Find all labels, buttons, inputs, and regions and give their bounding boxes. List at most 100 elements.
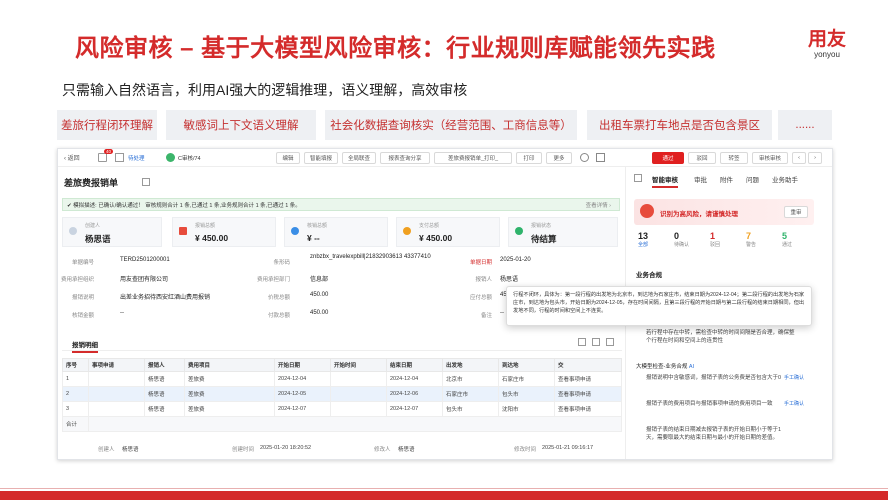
toolbar: ‹ 返回 40 待处理 C审核/74 编辑 智能填报 全局联查 报表查询分享 差… <box>58 149 832 167</box>
tab-approval[interactable]: 审批 <box>694 174 707 184</box>
copy-icon[interactable] <box>142 178 150 186</box>
col-expense-item: 费用项目 <box>184 358 275 372</box>
slide: 风险审核 – 基于大模型风险审核：行业规则库赋能领先实践 用友 yonyou 只… <box>0 0 888 500</box>
more-button[interactable]: 更多 <box>546 152 572 164</box>
tab-issue[interactable]: 问题 <box>746 174 759 184</box>
doc-title: 差旅费报销单 <box>64 178 119 188</box>
col-end-date: 结束日期 <box>386 358 443 372</box>
dept-value: 信息部 <box>310 277 329 283</box>
rule-item-date-diff: 报销子表的结束日期减去报销子表的开始日期小于等于1天，需要取最大的结束日期与最小… <box>646 427 782 441</box>
prev-icon[interactable]: ‹ <box>792 152 806 164</box>
ai-icon: AI <box>688 364 695 370</box>
barcode-value: znbzbx_travelexpbill|21832903613 4337741… <box>310 254 431 260</box>
app-window: ‹ 返回 40 待处理 C审核/74 编辑 智能填报 全局联查 报表查询分享 差… <box>57 148 833 460</box>
reporter-label: 报销人 <box>475 277 492 283</box>
status-tag: C审核/74 <box>178 156 201 162</box>
detail-table: 序号 事项申请 报销人 费用项目 开始日期 开始时间 结束日期 出发地 到达地 … <box>62 358 622 432</box>
audit-stats: 13 全部 0 待确认 1 驳回 7 警告 5 通过 <box>634 231 814 257</box>
stat-warning[interactable]: 7 警告 <box>742 231 778 257</box>
card-verify-total: 核销总额 ¥ -- <box>284 217 388 247</box>
section-compliance: 业务合规 <box>636 272 662 279</box>
global-query-button[interactable]: 全局联查 <box>342 152 376 164</box>
table-row[interactable]: 3 杨思语 差旅费 2024-12-07 2024-12-07 包头市 沈阳市 … <box>62 401 622 417</box>
grid-icon[interactable] <box>98 153 107 162</box>
risk-alert: 识别为高风险，请谨慎处理 重审 <box>634 199 814 225</box>
table-view-icon[interactable] <box>578 338 586 346</box>
reject-button[interactable]: 驳回 <box>688 152 716 164</box>
table-row[interactable]: 1 杨思语 差旅费 2024-12-04 2024-12-04 北京市 石家庄市… <box>62 371 622 387</box>
rule-item-transfer: 若行程中存在中转，需检查中转的时间间隔是否合理，确保整个行程在时间和空间上的连贯… <box>646 330 795 344</box>
bill-date-label: 单据日期 <box>469 260 492 266</box>
pending-label[interactable]: 待处理 <box>128 154 145 162</box>
sign-button[interactable]: 审核审核 <box>752 152 788 164</box>
view-request-link[interactable]: 查看事项申请 <box>554 371 622 387</box>
tab-attachment[interactable]: 附件 <box>720 174 733 184</box>
price-label: 价税总额 <box>267 295 290 301</box>
card-status: 报销状态 待结算 <box>508 217 618 247</box>
rule-item-consistent: 报销子表的费用项目与报销事项申请的费用项目一致 <box>646 401 773 407</box>
coin-icon <box>291 227 299 235</box>
list-view-icon[interactable] <box>592 338 600 346</box>
risk-alert-text: 识别为高风险，请谨慎处理 <box>660 211 738 218</box>
barcode-label: 条形码 <box>273 260 290 266</box>
bill-no-value: TERD2501200001 <box>120 257 170 263</box>
stat-all[interactable]: 13 全部 <box>634 231 670 257</box>
re-audit-button[interactable]: 重审 <box>784 206 808 218</box>
print-template-select[interactable]: 差旅费报销单_打印_ <box>434 152 512 164</box>
edit-button[interactable]: 编辑 <box>276 152 300 164</box>
check-circle-icon <box>166 153 175 162</box>
yonyou-logo: 用友 yonyou <box>808 30 846 60</box>
remark-value: -- <box>500 310 504 316</box>
manual-confirm-button[interactable]: 手工确认 <box>784 400 804 407</box>
view-request-link[interactable]: 查看事项申请 <box>554 386 622 402</box>
tag-more: ...... <box>778 110 832 140</box>
pay-label: 应付总额 <box>469 295 492 301</box>
verify-label: 核销金额 <box>71 313 94 319</box>
org-label: 费用承担组织 <box>60 277 94 283</box>
bill-date-value: 2025-01-20 <box>500 257 531 263</box>
tab-assistant[interactable]: 业务助手 <box>772 174 798 184</box>
avatar <box>69 227 77 235</box>
col-transport: 交 <box>554 358 622 372</box>
verify-value: -- <box>120 310 124 316</box>
card-pay-total: 支付总额 ¥ 450.00 <box>396 217 500 247</box>
reason-label: 报销说明 <box>71 295 94 301</box>
money-icon <box>179 227 187 235</box>
tag-trip-loop: 差旅行程闭环理解 <box>57 110 157 140</box>
table-total-row: 合计 <box>62 416 622 432</box>
forward-button[interactable]: 转签 <box>720 152 748 164</box>
view-detail-link[interactable]: 查看详情 › <box>586 201 611 209</box>
detail-tab-bar: 报销明细 <box>62 335 622 353</box>
tag-social-data: 社会化数据查询核实（经营范围、工商信息等） <box>325 110 577 140</box>
list-icon[interactable] <box>115 153 124 162</box>
rule-item-sensitive: 报销说明中含敏感词，报销子表的公务费是否包含大于0 <box>646 375 782 381</box>
logo-en: yonyou <box>814 50 840 59</box>
expand-icon[interactable] <box>606 338 614 346</box>
tab-detail[interactable]: 报销明细 <box>72 339 98 353</box>
stat-pass[interactable]: 5 通过 <box>778 231 814 257</box>
notification-badge: 40 <box>104 149 114 154</box>
next-icon[interactable]: › <box>808 152 822 164</box>
pass-button[interactable]: 通过 <box>652 152 684 164</box>
col-index: 序号 <box>62 358 89 372</box>
table-row[interactable]: 2 杨思语 差旅费 2024-12-05 2024-12-06 石家庄市 包头市… <box>62 386 622 402</box>
tab-smart-audit[interactable]: 智能审核 <box>652 174 678 188</box>
slide-title: 风险审核 – 基于大模型风险审核：行业规则库赋能领先实践 <box>75 35 716 62</box>
col-to: 到达地 <box>498 358 555 372</box>
refresh-icon[interactable] <box>580 153 589 162</box>
smart-fill-button[interactable]: 智能填报 <box>304 152 338 164</box>
col-reporter: 报销人 <box>144 358 185 372</box>
collapse-icon[interactable] <box>634 174 642 182</box>
wallet-icon <box>403 227 411 235</box>
report-share-button[interactable]: 报表查询分享 <box>380 152 430 164</box>
back-button[interactable]: ‹ 返回 <box>64 153 80 162</box>
fullscreen-icon[interactable] <box>596 153 605 162</box>
manual-confirm-button[interactable]: 手工确认 <box>784 374 804 381</box>
col-from: 出发地 <box>442 358 499 372</box>
logo-cn: 用友 <box>808 29 847 50</box>
stat-reject[interactable]: 1 驳回 <box>706 231 742 257</box>
col-start-time: 开始时间 <box>330 358 387 372</box>
view-request-link[interactable]: 查看事项申请 <box>554 401 622 417</box>
stat-pending[interactable]: 0 待确认 <box>670 231 706 257</box>
print-button[interactable]: 打印 <box>516 152 542 164</box>
